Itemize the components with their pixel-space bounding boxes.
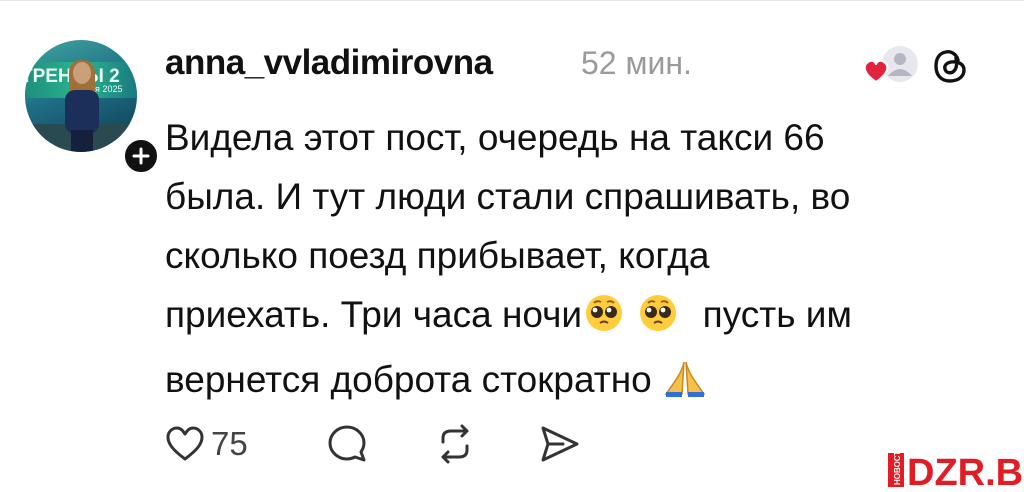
post-line-segment: вернется доброта стократно	[165, 359, 652, 400]
share-button[interactable]	[537, 420, 581, 468]
svg-text:НОВОСТИ: НОВОСТИ	[893, 451, 902, 485]
plus-icon	[132, 147, 150, 165]
profile-avatar[interactable]: ТРЕНДЫ 2 бря 2025	[25, 40, 161, 176]
post-line: вернется доброта стократно	[165, 350, 995, 415]
like-button[interactable]: 75	[165, 420, 248, 468]
repost-button[interactable]	[433, 420, 477, 468]
pleading-face-emoji	[636, 291, 680, 350]
comment-button[interactable]	[325, 420, 369, 468]
folded-hands-emoji	[662, 356, 708, 415]
top-divider	[0, 0, 1024, 1]
username-link[interactable]: anna_vvladimirovna	[165, 43, 493, 83]
svg-text:DZR.BY: DZR.BY	[907, 452, 1024, 487]
repost-icon	[441, 424, 469, 464]
site-watermark-logo: НОВОСТИ DZR.BY	[888, 445, 1024, 492]
pleading-face-emoji	[582, 291, 626, 350]
post-text: Видела этот пост, очередь на такси 66 бы…	[165, 108, 995, 415]
post-line-segment: пусть им	[702, 294, 852, 335]
avatar-image: ТРЕНДЫ 2 бря 2025	[25, 40, 137, 152]
liked-by-follower-icon[interactable]	[860, 44, 920, 88]
follow-plus-button[interactable]	[121, 136, 161, 176]
post-line: Видела этот пост, очередь на такси 66	[165, 117, 825, 158]
share-icon	[541, 426, 579, 462]
post-line: приехать. Три часа ночи пусть им	[165, 285, 995, 350]
post-line: сколько поезд прибывает, когда	[165, 235, 710, 276]
threads-logo-icon[interactable]	[932, 46, 968, 86]
post-line: была. И тут люди стали спрашивать, во	[165, 176, 851, 217]
heart-icon	[166, 426, 204, 461]
like-count: 75	[211, 425, 248, 462]
post-line-segment: приехать. Три часа ночи	[165, 294, 583, 335]
comment-icon	[328, 425, 366, 462]
post-actions: 75	[165, 420, 605, 468]
post-timestamp: 52 мин.	[581, 45, 692, 81]
